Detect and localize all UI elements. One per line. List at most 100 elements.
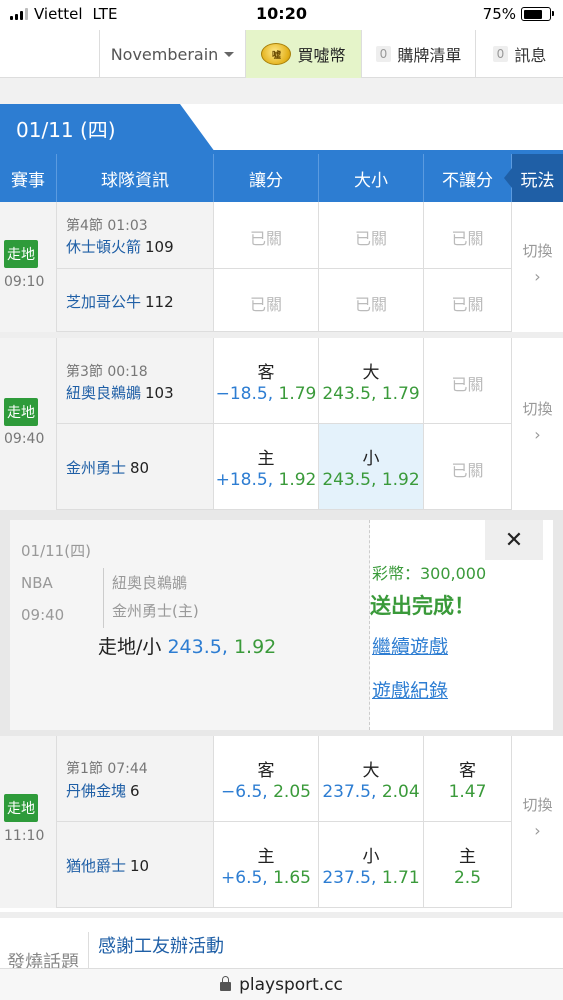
spread-home-button[interactable]: 主 +18.5, 1.92 — [214, 424, 319, 510]
under-button-selected[interactable]: 小 243.5, 1.92 — [319, 424, 424, 510]
odd-value: 1.92 — [381, 470, 420, 490]
game-row: 走地 09:10 第4節 01:03 休士頓火箭 109 芝加哥公牛 112 已關 … — [0, 202, 563, 332]
continue-game-link[interactable]: 繼續遊戲 — [372, 632, 448, 659]
home-score: 80 — [130, 459, 150, 477]
switch-label: 切換 — [522, 796, 553, 814]
ml-home-cell: 已關 — [424, 269, 512, 332]
line-value: −18.5, — [215, 384, 274, 404]
hot-topic: 發燒話題 感謝工友辦活動 — [0, 912, 563, 978]
chevron-right-icon: › — [534, 267, 541, 286]
over-label: 大 — [362, 363, 380, 383]
ml-away-cell: 已關 — [424, 202, 512, 269]
spread-home-value: +18.5, 1.92 — [214, 470, 318, 490]
bet-card: 01/11(四) NBA 09:40 紐奧良鵜鶘 金州勇士(主) 走地/小 24… — [10, 520, 553, 730]
away-score: 103 — [145, 384, 174, 402]
home-team: 金州勇士 80 — [66, 457, 149, 478]
switch-button[interactable]: 切換 › — [512, 794, 563, 840]
switch-button[interactable]: 切換 › — [512, 398, 563, 444]
odd-value: 1.92 — [278, 470, 317, 490]
column-header: 賽事 球隊資訊 讓分 大小 不讓分 玩法 — [0, 154, 563, 202]
line-value: 243.5, — [322, 384, 377, 404]
game-event-cell: 走地 11:10 — [0, 736, 57, 908]
close-icon[interactable]: ✕ — [485, 520, 543, 560]
line-value: 237.5, — [322, 868, 377, 888]
battery-icon — [521, 7, 554, 21]
spread-away-label: 客 — [257, 363, 275, 383]
spread-home-value: +6.5, 1.65 — [214, 868, 318, 888]
home-team: 猶他爵士 10 — [66, 855, 149, 876]
col-play[interactable]: 玩法 — [504, 154, 563, 202]
live-badge: 走地 — [4, 398, 38, 426]
top-nav: Novemberain 噓 買噓幣 0 購牌清單 0 訊息 — [0, 30, 563, 78]
home-team-name: 猶他爵士 — [66, 857, 127, 875]
period: 第4節 01:03 — [66, 218, 148, 234]
spread-away-value: −6.5, 2.05 — [214, 782, 318, 802]
over-value: 237.5, 2.04 — [319, 782, 423, 802]
ml-away-odd: 1.47 — [448, 782, 487, 802]
bet-time: 09:40 — [21, 606, 65, 624]
col-team-info: 球隊資訊 — [57, 154, 214, 202]
game-history-link[interactable]: 遊戲紀錄 — [372, 676, 448, 703]
home-score: 10 — [130, 857, 150, 875]
line-value: +6.5, — [221, 868, 268, 888]
over-button[interactable]: 大 237.5, 2.04 — [319, 736, 424, 822]
home-team-cell: 金州勇士 80 — [57, 424, 214, 510]
bet-pick-label: 走地/小 — [98, 636, 162, 658]
home-team-cell: 猶他爵士 10 — [57, 822, 214, 908]
game-event-cell: 走地 09:40 — [0, 338, 57, 510]
line-value: 243.5, — [322, 470, 377, 490]
closed-label: 已關 — [249, 295, 282, 314]
buy-coin-button[interactable]: 噓 買噓幣 — [246, 30, 362, 78]
odd-value: 2.04 — [381, 782, 420, 802]
spread-away-cell: 已關 — [214, 202, 319, 269]
away-team-name: 休士頓火箭 — [66, 238, 142, 256]
lottery-list-button[interactable]: 0 購牌清單 — [362, 30, 476, 78]
chevron-right-icon: › — [534, 425, 541, 444]
col-spread: 讓分 — [214, 154, 319, 202]
game-time: 09:10 — [4, 274, 45, 290]
col-total: 大小 — [319, 154, 424, 202]
line-value: +18.5, — [215, 470, 274, 490]
nav-spacer — [0, 30, 100, 78]
away-score: 109 — [145, 238, 174, 256]
bet-summary: 01/11(四) NBA 09:40 紐奧良鵜鶘 金州勇士(主) 走地/小 24… — [10, 520, 370, 730]
bet-divider — [103, 568, 104, 628]
switch-button[interactable]: 切換 › — [512, 240, 563, 286]
ml-home-button[interactable]: 主 2.5 — [424, 822, 512, 908]
buy-coin-label: 買噓幣 — [297, 46, 346, 65]
line-value: 237.5, — [322, 782, 377, 802]
live-badge: 走地 — [4, 794, 38, 822]
battery-percent: 75% — [482, 5, 516, 23]
user-dropdown[interactable]: Novemberain — [100, 30, 246, 78]
spread-home-button[interactable]: 主 +6.5, 1.65 — [214, 822, 319, 908]
over-value: 243.5, 1.79 — [319, 384, 423, 404]
spread-away-button[interactable]: 客 −18.5, 1.79 — [214, 338, 319, 424]
bet-pick: 走地/小 243.5, 1.92 — [98, 632, 276, 659]
url-bar[interactable]: playsport.cc — [0, 968, 563, 1000]
chevron-right-icon: › — [534, 821, 541, 840]
coin-balance: 彩幣：300,000 — [372, 564, 487, 583]
over-button[interactable]: 大 243.5, 1.79 — [319, 338, 424, 424]
lock-icon — [220, 976, 232, 991]
switch-label: 切換 — [522, 400, 553, 418]
under-button[interactable]: 小 237.5, 1.71 — [319, 822, 424, 908]
ml-away-button[interactable]: 客 1.47 — [424, 736, 512, 822]
game-row: 走地 09:40 第3節 00:18 紐奧良鵜鶘 103 金州勇士 80 客 −18… — [0, 338, 563, 510]
gap-strip — [0, 78, 563, 104]
away-team: 紐奧良鵜鶘 103 — [66, 382, 174, 403]
spread-away-value: −18.5, 1.79 — [214, 384, 318, 404]
bet-pick-odd: 1.92 — [233, 636, 277, 658]
spread-home-label: 主 — [257, 449, 275, 469]
away-team-cell: 第1節 07:44 丹佛金塊 6 — [57, 736, 214, 822]
messages-button[interactable]: 0 訊息 — [476, 30, 563, 78]
away-team-cell: 第3節 00:18 紐奧良鵜鶘 103 — [57, 338, 214, 424]
status-right: 75% — [482, 5, 554, 23]
under-cell: 已關 — [319, 269, 424, 332]
bet-confirm-panel: 01/11(四) NBA 09:40 紐奧良鵜鶘 金州勇士(主) 走地/小 24… — [0, 510, 563, 736]
period: 第3節 00:18 — [66, 364, 148, 380]
username: Novemberain — [110, 44, 219, 64]
under-value: 237.5, 1.71 — [319, 868, 423, 888]
game-row: 走地 11:10 第1節 07:44 丹佛金塊 6 猶他爵士 10 客 −6.5, … — [0, 736, 563, 908]
spread-away-button[interactable]: 客 −6.5, 2.05 — [214, 736, 319, 822]
hot-topic-link[interactable]: 感謝工友辦活動 — [98, 932, 224, 958]
